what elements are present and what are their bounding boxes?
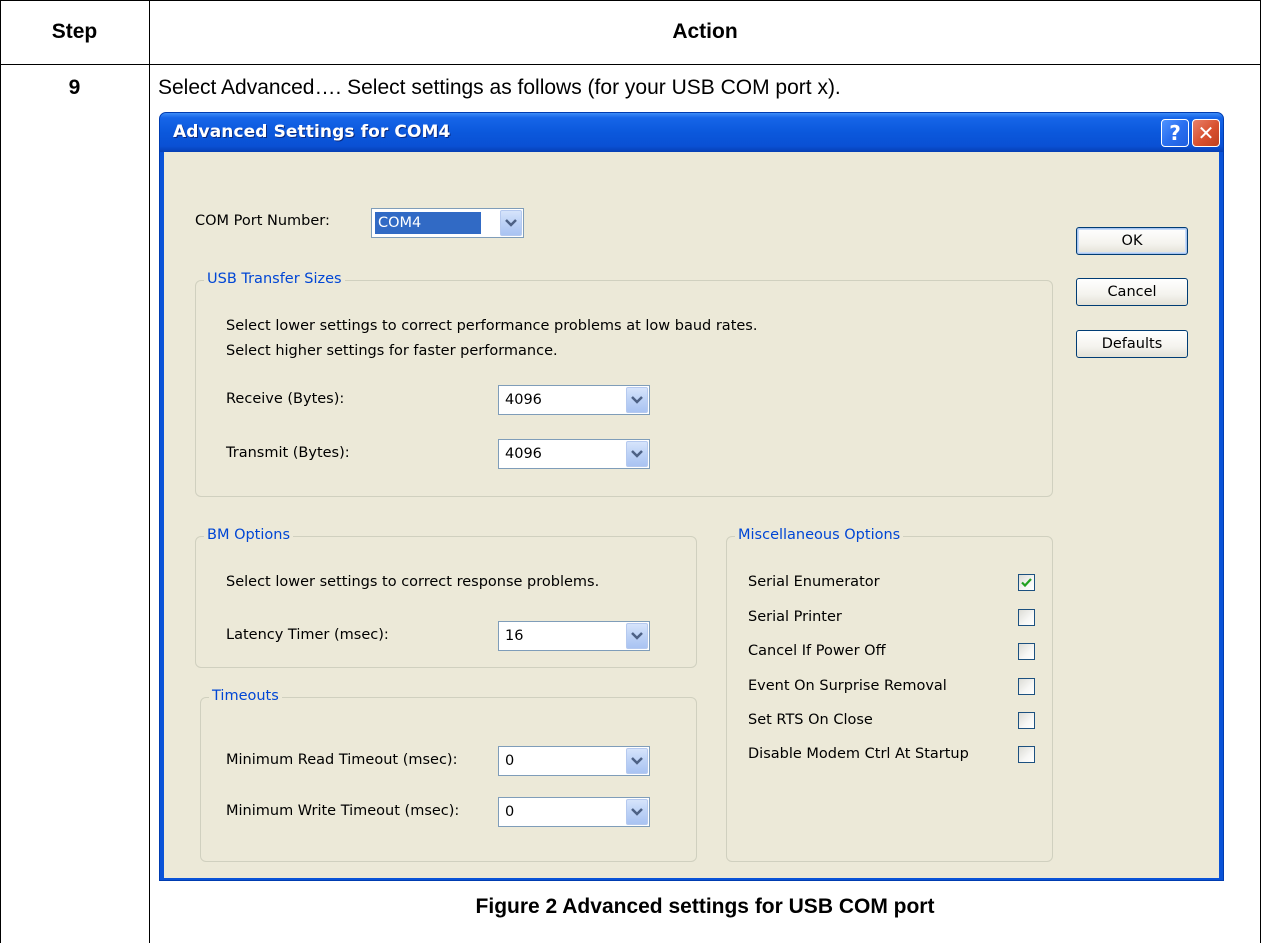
chevron-down-icon[interactable]: [626, 623, 648, 649]
min-read-timeout-select[interactable]: 0: [498, 746, 650, 776]
receive-label: Receive (Bytes):: [226, 391, 345, 407]
misc-item-label: Serial Printer: [748, 609, 842, 625]
latency-select[interactable]: 16: [498, 621, 650, 651]
advanced-settings-dialog: Advanced Settings for COM4 ? ✕ COM Port …: [159, 112, 1224, 881]
ok-button[interactable]: OK: [1076, 227, 1188, 255]
misc-item-label: Cancel If Power Off: [748, 643, 886, 659]
min-read-timeout-value: 0: [505, 753, 515, 769]
min-write-timeout-label: Minimum Write Timeout (msec):: [226, 803, 460, 819]
dialog-title: Advanced Settings for COM4: [173, 122, 451, 142]
help-icon: ?: [1169, 121, 1181, 145]
event-on-surprise-removal-checkbox[interactable]: [1018, 678, 1035, 695]
close-button[interactable]: ✕: [1192, 119, 1220, 147]
usb-transfer-title: USB Transfer Sizes: [204, 271, 345, 287]
transmit-value: 4096: [505, 446, 542, 462]
dialog-titlebar[interactable]: Advanced Settings for COM4 ? ✕: [160, 113, 1223, 152]
table-header-divider: [0, 64, 1261, 65]
com-port-select[interactable]: COM4: [371, 208, 524, 238]
serial-printer-checkbox[interactable]: [1018, 609, 1035, 626]
chevron-down-icon[interactable]: [626, 748, 648, 774]
serial-enumerator-checkbox[interactable]: [1018, 574, 1035, 591]
transmit-label: Transmit (Bytes):: [226, 445, 350, 461]
disable-modem-ctrl-checkbox[interactable]: [1018, 746, 1035, 763]
receive-value: 4096: [505, 392, 542, 408]
checkmark-icon: [1021, 578, 1032, 588]
step-instruction: Select Advanced…. Select settings as fol…: [158, 76, 841, 99]
min-read-timeout-label: Minimum Read Timeout (msec):: [226, 752, 458, 768]
timeouts-group: Timeouts: [200, 688, 697, 862]
chevron-down-icon[interactable]: [626, 387, 648, 413]
cancel-if-power-off-checkbox[interactable]: [1018, 643, 1035, 660]
com-port-label: COM Port Number:: [195, 213, 330, 229]
table-border-left: [0, 0, 1, 943]
dialog-client-area: COM Port Number: COM4 OK Cancel Defaults…: [164, 152, 1219, 878]
misc-item-label: Serial Enumerator: [748, 574, 880, 590]
chevron-down-icon[interactable]: [626, 799, 648, 825]
latency-label: Latency Timer (msec):: [226, 627, 389, 643]
chevron-down-icon[interactable]: [500, 210, 522, 236]
misc-item-label: Event On Surprise Removal: [748, 678, 947, 694]
com-port-value: COM4: [375, 212, 481, 234]
set-rts-on-close-checkbox[interactable]: [1018, 712, 1035, 729]
close-icon: ✕: [1197, 121, 1215, 145]
usb-transfer-desc-2: Select higher settings for faster perfor…: [226, 343, 558, 359]
header-action: Action: [672, 20, 738, 43]
misc-options-title: Miscellaneous Options: [735, 527, 904, 543]
cancel-button[interactable]: Cancel: [1076, 278, 1188, 306]
misc-item-label: Disable Modem Ctrl At Startup: [748, 746, 969, 762]
table-column-divider: [149, 0, 150, 943]
transmit-select[interactable]: 4096: [498, 439, 650, 469]
timeouts-title: Timeouts: [209, 688, 282, 704]
min-write-timeout-value: 0: [505, 804, 515, 820]
step-number: 9: [68, 76, 81, 99]
header-step: Step: [51, 20, 98, 43]
receive-select[interactable]: 4096: [498, 385, 650, 415]
defaults-button[interactable]: Defaults: [1076, 330, 1188, 358]
chevron-down-icon[interactable]: [626, 441, 648, 467]
bm-options-desc: Select lower settings to correct respons…: [226, 574, 600, 590]
help-button[interactable]: ?: [1161, 119, 1189, 147]
misc-item-label: Set RTS On Close: [748, 712, 873, 728]
usb-transfer-desc-1: Select lower settings to correct perform…: [226, 318, 758, 334]
bm-options-title: BM Options: [204, 527, 294, 543]
figure-caption: Figure 2 Advanced settings for USB COM p…: [475, 895, 935, 918]
latency-value: 16: [505, 628, 524, 644]
min-write-timeout-select[interactable]: 0: [498, 797, 650, 827]
